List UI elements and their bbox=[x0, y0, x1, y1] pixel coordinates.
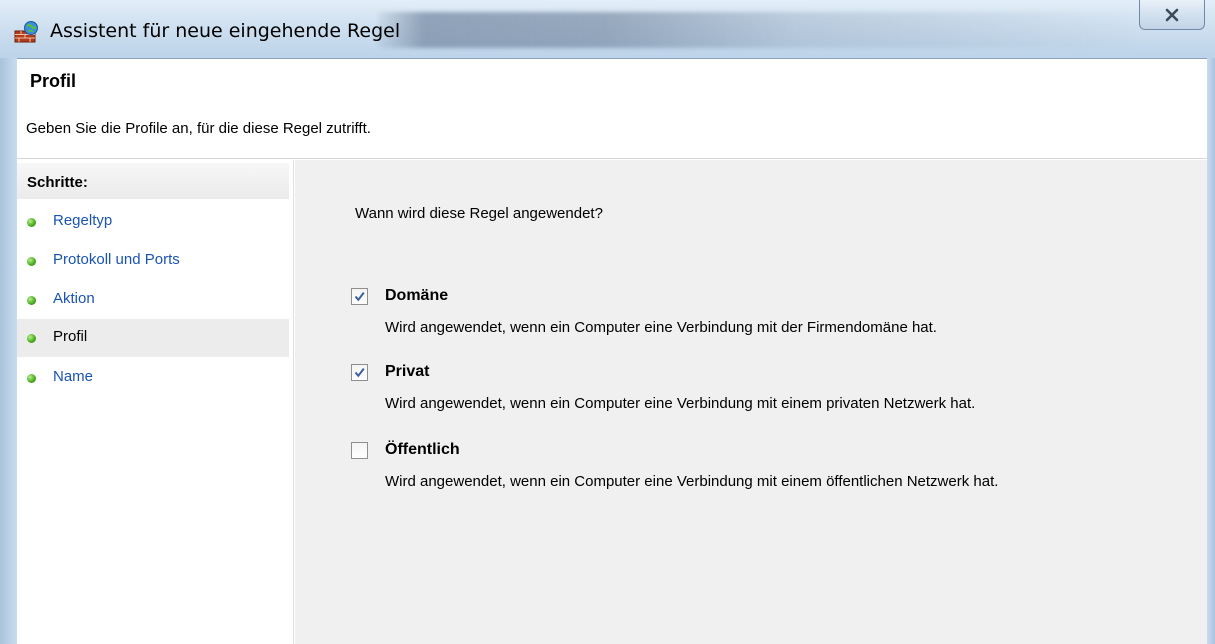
green-dot-icon bbox=[27, 218, 36, 227]
step-label: Name bbox=[53, 368, 94, 385]
close-icon bbox=[1165, 8, 1179, 21]
page-subtitle: Geben Sie die Profile an, für die diese … bbox=[26, 120, 371, 137]
question-text: Wann wird diese Regel angewendet? bbox=[355, 205, 603, 222]
title-bar-background bbox=[378, 12, 1138, 48]
step-name[interactable]: Name bbox=[17, 359, 289, 397]
page-title: Profil bbox=[30, 71, 77, 91]
oeffentlich-description: Wird angewendet, wenn ein Computer eine … bbox=[385, 473, 999, 490]
step-label: Profil bbox=[53, 328, 88, 345]
privat-label[interactable]: Privat bbox=[385, 363, 429, 381]
domaene-description: Wird angewendet, wenn ein Computer eine … bbox=[385, 319, 937, 336]
green-dot-icon bbox=[27, 257, 36, 266]
oeffentlich-checkbox[interactable] bbox=[351, 442, 368, 459]
window-title: Assistent für neue eingehende Regel bbox=[50, 20, 401, 42]
oeffentlich-label[interactable]: Öffentlich bbox=[385, 441, 460, 459]
privat-description: Wird angewendet, wenn ein Computer eine … bbox=[385, 395, 976, 412]
step-label: Protokoll und Ports bbox=[53, 251, 180, 268]
steps-heading-label: Schritte: bbox=[27, 174, 88, 191]
step-protokoll-und-ports[interactable]: Protokoll und Ports bbox=[17, 242, 289, 280]
step-regeltyp[interactable]: Regeltyp bbox=[17, 203, 289, 241]
firewall-icon bbox=[14, 21, 40, 43]
checkmark-icon bbox=[354, 367, 365, 378]
window-frame-left bbox=[0, 58, 17, 644]
step-label: Aktion bbox=[53, 290, 95, 307]
domaene-label[interactable]: Domäne bbox=[385, 287, 448, 305]
privat-checkbox[interactable] bbox=[351, 364, 368, 381]
step-label: Regeltyp bbox=[53, 212, 113, 229]
wizard-content: Wann wird diese Regel angewendet? Domäne… bbox=[295, 160, 1207, 644]
green-dot-icon bbox=[27, 334, 36, 343]
close-button[interactable] bbox=[1139, 0, 1205, 30]
steps-heading: Schritte: bbox=[17, 163, 289, 199]
green-dot-icon bbox=[27, 374, 36, 383]
steps-sidebar: Schritte: Regeltyp Protokoll und Ports A… bbox=[17, 160, 294, 644]
wizard-header: Profil Geben Sie die Profile an, für die… bbox=[17, 58, 1207, 159]
window-frame-right bbox=[1207, 58, 1215, 644]
step-aktion[interactable]: Aktion bbox=[17, 281, 289, 319]
step-profil: Profil bbox=[17, 319, 289, 357]
domaene-checkbox[interactable] bbox=[351, 288, 368, 305]
green-dot-icon bbox=[27, 296, 36, 305]
title-bar: Assistent für neue eingehende Regel bbox=[0, 0, 1215, 58]
checkmark-icon bbox=[354, 291, 365, 302]
